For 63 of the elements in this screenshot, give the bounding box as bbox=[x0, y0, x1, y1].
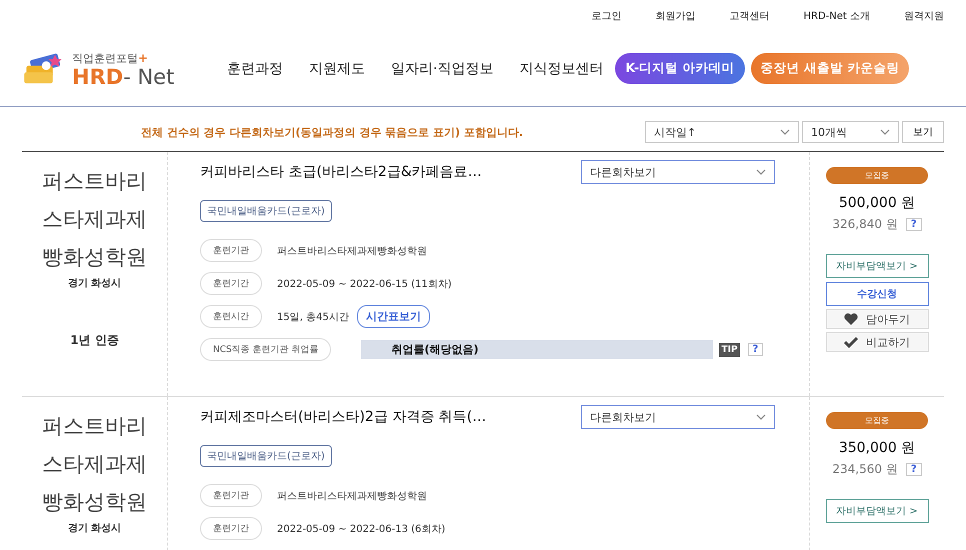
region-text: 경기 화성시 bbox=[68, 277, 122, 290]
chevron-down-icon bbox=[756, 169, 766, 175]
self-pay-amount: 234,560 원 bbox=[832, 461, 898, 478]
help-button[interactable]: ? bbox=[906, 463, 922, 476]
course-title-link[interactable]: 커피제조마스터(바리스타)2급 자격증 취득(… bbox=[200, 408, 486, 426]
help-button[interactable]: ? bbox=[906, 218, 922, 231]
other-rounds-dropdown[interactable]: 다른회차보기 bbox=[581, 405, 775, 429]
certification-label: 1년 인증 bbox=[70, 332, 119, 349]
help-button[interactable]: ? bbox=[748, 343, 764, 356]
checkmark-icon bbox=[844, 336, 858, 348]
info-label: 훈련기관 bbox=[200, 484, 262, 507]
header-link[interactable]: 로그인 bbox=[591, 9, 622, 31]
heart-icon bbox=[844, 313, 858, 325]
card-type-tag: 국민내일배움카드(근로자) bbox=[200, 200, 332, 222]
self-pay-amount: 326,840 원 bbox=[832, 216, 898, 233]
card-type-tag: 국민내일배움카드(근로자) bbox=[200, 445, 332, 467]
region-text: 경기 화성시 bbox=[68, 522, 122, 535]
chevron-down-icon bbox=[756, 414, 766, 420]
logo-tagline: 직업훈련포털 bbox=[72, 52, 138, 65]
info-label: 훈련기간 bbox=[200, 517, 262, 540]
sort-dropdown[interactable]: 시작일↑ bbox=[645, 121, 799, 143]
info-value: 2022-05-09 ~ 2022-06-13 (6회차) bbox=[277, 522, 446, 536]
self-pay-button[interactable]: 자비부담액보기 > bbox=[826, 499, 928, 523]
nav-menu-item[interactable]: 일자리·직업정보 bbox=[391, 60, 494, 78]
other-rounds-dropdown[interactable]: 다른회차보기 bbox=[581, 160, 775, 184]
compare-button[interactable]: 비교하기 bbox=[826, 332, 928, 352]
employment-rate-bar: 취업률(해당없음) bbox=[361, 340, 714, 359]
plus-mark: + bbox=[138, 51, 148, 65]
tip-badge: TIP bbox=[719, 342, 740, 356]
status-badge: 모집중 bbox=[826, 167, 928, 184]
info-value: 퍼스트바리스타제과제빵화성학원 bbox=[277, 490, 427, 502]
header-link[interactable]: 고객센터 bbox=[729, 9, 770, 31]
institution-name: 퍼스트바리스타제과제빵화성학원 bbox=[41, 168, 148, 271]
nav-menu-item[interactable]: 지식정보센터 bbox=[519, 60, 604, 78]
info-value: 퍼스트바리스타제과제빵화성학원 bbox=[277, 244, 427, 258]
info-label: 훈련시간 bbox=[200, 305, 262, 328]
chevron-down-icon bbox=[880, 129, 890, 135]
logo-wordmark: - Net bbox=[123, 67, 174, 88]
info-label: 훈련기간 bbox=[200, 272, 262, 295]
promo-button[interactable]: K-디지털 아카데미 bbox=[615, 53, 745, 84]
chevron-down-icon bbox=[780, 129, 790, 135]
info-value: 15일, 총45시간 bbox=[277, 310, 349, 324]
apply-button[interactable]: 수강신청 bbox=[826, 282, 928, 306]
institution-name: 퍼스트바리스타제과제빵화성학원 bbox=[41, 413, 148, 516]
status-badge: 모집중 bbox=[826, 412, 928, 429]
logo-wordmark: HRD bbox=[72, 67, 124, 88]
info-label: 훈련기관 bbox=[200, 239, 262, 262]
nav-menu-item[interactable]: 지원제도 bbox=[309, 60, 365, 78]
info-label: NCS직종 훈련기관 취업률 bbox=[200, 338, 332, 361]
course-price: 500,000 원 bbox=[838, 194, 916, 212]
header-link[interactable]: 회원가입 bbox=[655, 9, 696, 31]
course-title-link[interactable]: 커피바리스타 초급(바리스타2급&카페음료… bbox=[200, 163, 482, 181]
self-pay-button[interactable]: 자비부담액보기 > bbox=[826, 254, 928, 278]
nav-menu-item[interactable]: 훈련과정 bbox=[227, 60, 283, 78]
header-link[interactable]: 원격지원 bbox=[904, 9, 944, 31]
header-link[interactable]: HRD-Net 소개 bbox=[803, 9, 870, 31]
page-size-dropdown[interactable]: 10개씩 bbox=[802, 121, 899, 143]
view-button[interactable]: 보기 bbox=[902, 121, 944, 143]
notice-text: 전체 건수의 경우 다른회차보기(동일과정의 경우 묶음으로 표기) 포함입니다. bbox=[140, 124, 524, 140]
timetable-button[interactable]: 시간표보기 bbox=[356, 305, 430, 328]
info-value: 2022-05-09 ~ 2022-06-15 (11회차) bbox=[277, 278, 452, 290]
save-button[interactable]: 담아두기 bbox=[826, 309, 928, 329]
course-price: 350,000 원 bbox=[838, 439, 916, 457]
